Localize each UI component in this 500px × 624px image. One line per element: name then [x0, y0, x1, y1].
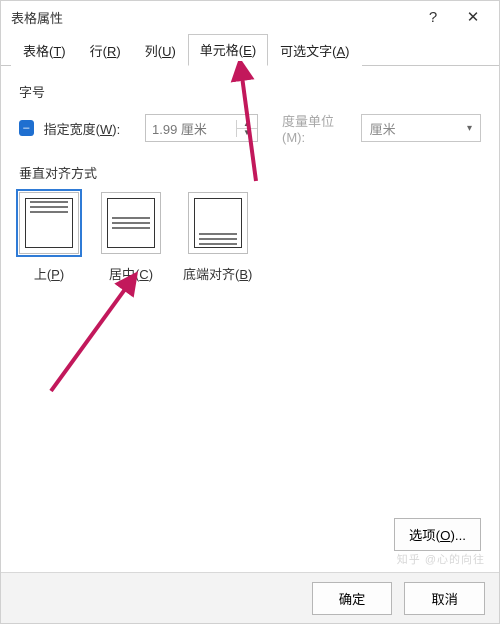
- tab-a[interactable]: 可选文字(A): [268, 35, 361, 66]
- valign-thumb-middle: [101, 192, 161, 254]
- valign-thumb-top: [19, 192, 79, 254]
- valign-option-middle[interactable]: 居中(C): [101, 192, 161, 283]
- tab-t[interactable]: 表格(T): [11, 35, 78, 66]
- ok-button[interactable]: 确定: [312, 582, 393, 615]
- valign-label: 居中(C): [109, 264, 153, 283]
- valign-thumb-bottom: [188, 192, 248, 254]
- chevron-down-icon[interactable]: ▼: [237, 129, 257, 137]
- measure-unit-label: 度量单位(M):: [282, 111, 351, 145]
- cancel-button[interactable]: 取消: [404, 582, 485, 615]
- valign-option-bottom[interactable]: 底端对齐(B): [183, 192, 252, 283]
- tab-content: 字号 指定宽度(W): ▲ ▼ 度量单位(M): 厘米 ▾ 垂直对齐方式: [1, 66, 499, 283]
- options-button[interactable]: 选项(O)...: [394, 518, 481, 551]
- size-section-label: 字号: [19, 82, 481, 101]
- specify-width-checkbox[interactable]: [19, 120, 34, 136]
- annotation-arrow: [41, 271, 161, 401]
- valign-section-label: 垂直对齐方式: [19, 163, 481, 182]
- valign-options: 上(P) 居中(C) 底端对齐(B): [19, 192, 481, 283]
- help-icon: ?: [429, 9, 437, 26]
- close-button[interactable]: ✕: [453, 1, 493, 33]
- tab-u[interactable]: 列(U): [133, 35, 188, 66]
- spinner-arrows[interactable]: ▲ ▼: [236, 120, 257, 137]
- dialog-title: 表格属性: [11, 8, 413, 27]
- titlebar: 表格属性 ? ✕: [1, 1, 499, 33]
- watermark: 知乎 @心的向往: [397, 551, 485, 567]
- width-input[interactable]: [146, 116, 236, 140]
- valign-option-top[interactable]: 上(P): [19, 192, 79, 283]
- valign-label: 上(P): [34, 264, 64, 283]
- measure-unit-select[interactable]: 厘米 ▾: [361, 114, 481, 142]
- measure-unit-value: 厘米: [370, 119, 396, 138]
- close-icon: ✕: [467, 8, 480, 26]
- tab-r[interactable]: 行(R): [78, 35, 133, 66]
- dialog-window: 表格属性 ? ✕ 表格(T)行(R)列(U)单元格(E)可选文字(A) 字号 指…: [0, 0, 500, 624]
- chevron-down-icon: ▾: [467, 123, 472, 134]
- width-spinner[interactable]: ▲ ▼: [145, 114, 258, 142]
- help-button[interactable]: ?: [413, 1, 453, 33]
- tab-strip: 表格(T)行(R)列(U)单元格(E)可选文字(A): [1, 33, 499, 66]
- specify-width-label: 指定宽度(W):: [44, 119, 135, 138]
- valign-label: 底端对齐(B): [183, 264, 252, 283]
- tab-e[interactable]: 单元格(E): [188, 34, 268, 66]
- dialog-footer: 确定 取消: [1, 572, 499, 623]
- width-row: 指定宽度(W): ▲ ▼ 度量单位(M): 厘米 ▾: [19, 111, 481, 145]
